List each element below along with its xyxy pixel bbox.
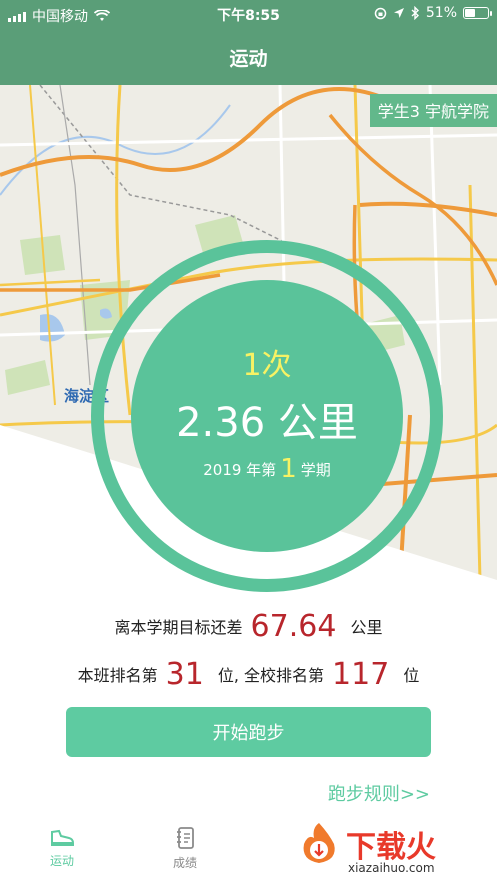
class-rank: 31 xyxy=(165,657,204,692)
watermark-url: xiazaihuo.com xyxy=(348,861,435,875)
goal-prefix: 离本学期目标还差 xyxy=(114,618,243,637)
watermark-brand: 下载火 xyxy=(346,830,436,865)
status-bar: 中国移动 下午8:55 51% xyxy=(0,0,497,28)
top-bar: 中国移动 下午8:55 51% 运动 xyxy=(0,0,497,85)
school-rank: 117 xyxy=(332,657,390,692)
term-suffix: 学期 xyxy=(300,461,331,479)
term-year: 2019 年第 xyxy=(203,461,277,479)
rank-suffix: 位 xyxy=(403,666,420,685)
school-rank-prefix: 位, 全校排名第 xyxy=(217,666,325,685)
goal-value: 67.64 xyxy=(250,609,337,644)
ranking: 本班排名第 31 位, 全校排名第 117 位 xyxy=(0,654,497,692)
page-title: 运动 xyxy=(229,48,268,70)
shoe-icon xyxy=(51,829,74,846)
battery-icon xyxy=(463,7,492,19)
notebook-icon xyxy=(177,827,194,849)
location-arrow-icon xyxy=(393,8,404,18)
student-badge: 学生3 宇航学院 xyxy=(369,94,497,127)
battery-percent: 51% xyxy=(425,5,457,21)
tab-scores[interactable]: 成绩 xyxy=(155,826,215,871)
running-rules-link[interactable]: 跑步规则>> xyxy=(328,780,430,806)
goal-unit: 公里 xyxy=(350,618,383,637)
tab-scores-label: 成绩 xyxy=(172,856,197,870)
class-rank-prefix: 本班排名第 xyxy=(77,666,158,685)
goal-remaining: 离本学期目标还差 67.64 公里 xyxy=(0,606,497,644)
start-run-button[interactable]: 开始跑步 xyxy=(66,707,431,757)
run-count: 1次 xyxy=(242,348,292,383)
bluetooth-icon xyxy=(411,6,419,20)
tab-exercise-label: 运动 xyxy=(49,854,74,868)
orientation-lock-icon xyxy=(374,7,387,19)
term-number: 1 xyxy=(280,454,297,484)
flame-logo-icon xyxy=(303,823,335,863)
tab-exercise[interactable]: 运动 xyxy=(32,826,92,869)
watermark: 下载火 xiazaihuo.com xyxy=(290,816,495,880)
total-distance: 2.36 公里 xyxy=(176,400,358,446)
term-info: 2019 年第 1 学期 xyxy=(131,452,403,484)
